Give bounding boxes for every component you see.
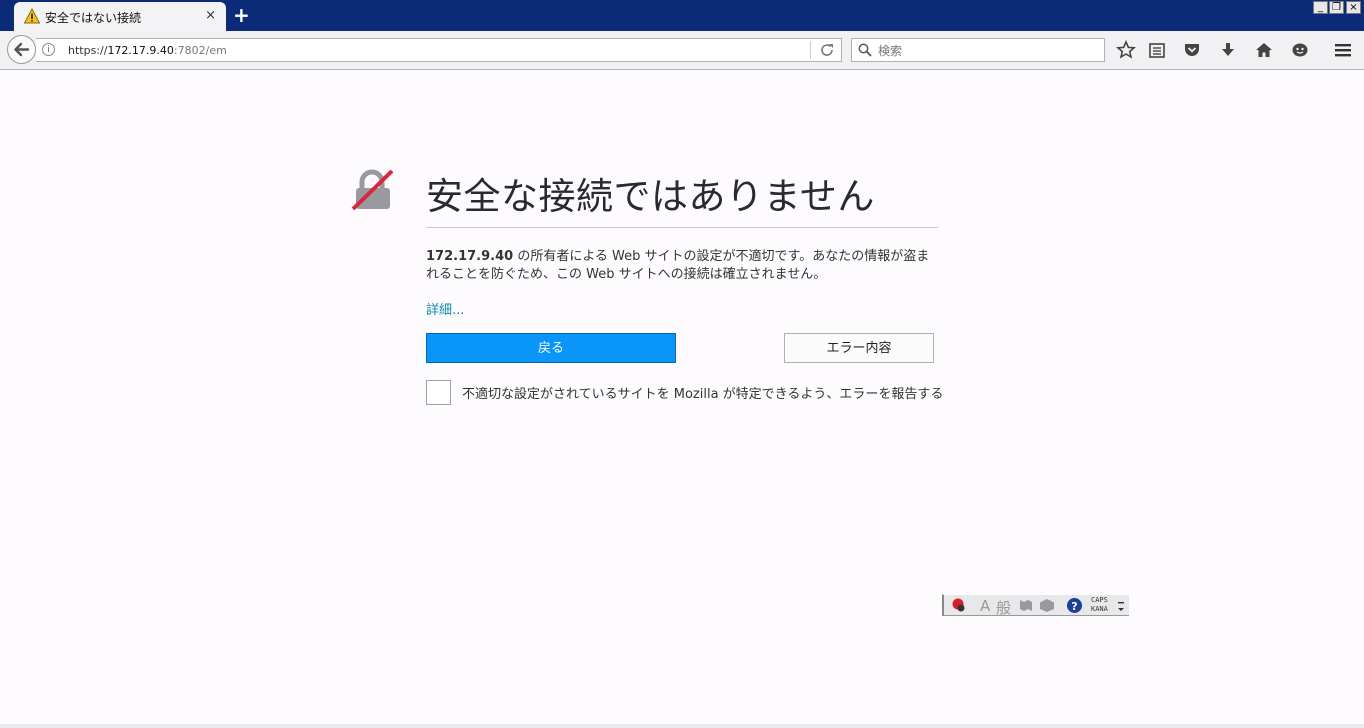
url-text[interactable]: https://172.17.9.40:7802/em (68, 44, 227, 57)
restore-button[interactable]: ❐ (1329, 1, 1344, 14)
warning-icon (24, 8, 40, 24)
tab-insecure-connection[interactable]: 安全ではない接続 × (14, 2, 226, 31)
report-error-label: 不適切な設定がされているサイトを Mozilla が特定できるよう、エラーを報告… (462, 387, 944, 402)
ime-input-mode[interactable]: A (980, 597, 990, 615)
reload-icon[interactable] (819, 41, 835, 59)
navigation-toolbar: i https://172.17.9.40:7802/em (0, 31, 1364, 70)
home-icon[interactable] (1254, 40, 1274, 60)
url-host: 172.17.9.40 (107, 44, 174, 57)
url-port-path: :7802/em (173, 44, 227, 57)
search-bar[interactable] (851, 38, 1105, 62)
ime-language-bar: A 般 ? CAPS KANA (942, 594, 1129, 618)
new-tab-button[interactable]: + (233, 4, 250, 26)
bookmark-star-icon[interactable] (1116, 40, 1136, 60)
search-icon (858, 43, 872, 57)
minimize-button[interactable]: _ (1313, 1, 1328, 14)
ime-dictionary-mode[interactable]: 般 (996, 597, 1011, 618)
tab-title: 安全ではない接続 (45, 11, 142, 25)
url-separator (810, 41, 811, 59)
ime-pad-icon[interactable] (1039, 598, 1055, 613)
site-info-icon[interactable]: i (42, 43, 55, 56)
report-error-checkbox[interactable] (426, 380, 451, 405)
hello-chat-icon[interactable] (1290, 40, 1310, 60)
window-titlebar: 安全ではない接続 × + _ ❐ × (0, 0, 1364, 31)
advanced-button[interactable]: エラー内容 (784, 333, 934, 363)
address-bar[interactable]: i https://172.17.9.40:7802/em (36, 38, 842, 62)
search-input[interactable] (876, 41, 1100, 61)
ime-caps-kana-indicator: CAPS KANA (1091, 596, 1108, 614)
page-title: 安全な接続ではありません (426, 175, 875, 218)
ime-caps-label: CAPS (1091, 596, 1108, 604)
back-arrow-icon (14, 42, 30, 57)
downloads-icon[interactable] (1218, 40, 1238, 60)
ime-status-icon[interactable] (950, 597, 966, 613)
error-description: 172.17.9.40 の所有者による Web サイトの設定が不適切です。あなた… (426, 248, 938, 284)
hamburger-menu-icon[interactable] (1333, 40, 1353, 60)
ime-kana-label: KANA (1091, 605, 1108, 613)
window-bottom-edge (0, 724, 1364, 728)
ime-help-text: ? (1071, 600, 1077, 613)
tab-close-icon[interactable]: × (205, 8, 216, 23)
go-back-button[interactable]: 戻る (426, 333, 676, 363)
details-link[interactable]: 詳細... (426, 299, 464, 318)
close-window-button[interactable]: × (1346, 1, 1361, 14)
ime-help-icon[interactable]: ? (1066, 597, 1083, 614)
broken-lock-icon (351, 169, 394, 211)
pocket-icon[interactable] (1182, 40, 1202, 60)
ime-options-arrow-icon[interactable] (1117, 599, 1125, 613)
url-scheme: https:// (68, 44, 108, 57)
title-divider (426, 227, 938, 228)
back-button[interactable] (7, 35, 36, 64)
error-host: 172.17.9.40 (426, 249, 514, 264)
bookmarks-menu-icon[interactable] (1147, 40, 1167, 60)
ime-tool-icon[interactable] (1018, 598, 1034, 613)
